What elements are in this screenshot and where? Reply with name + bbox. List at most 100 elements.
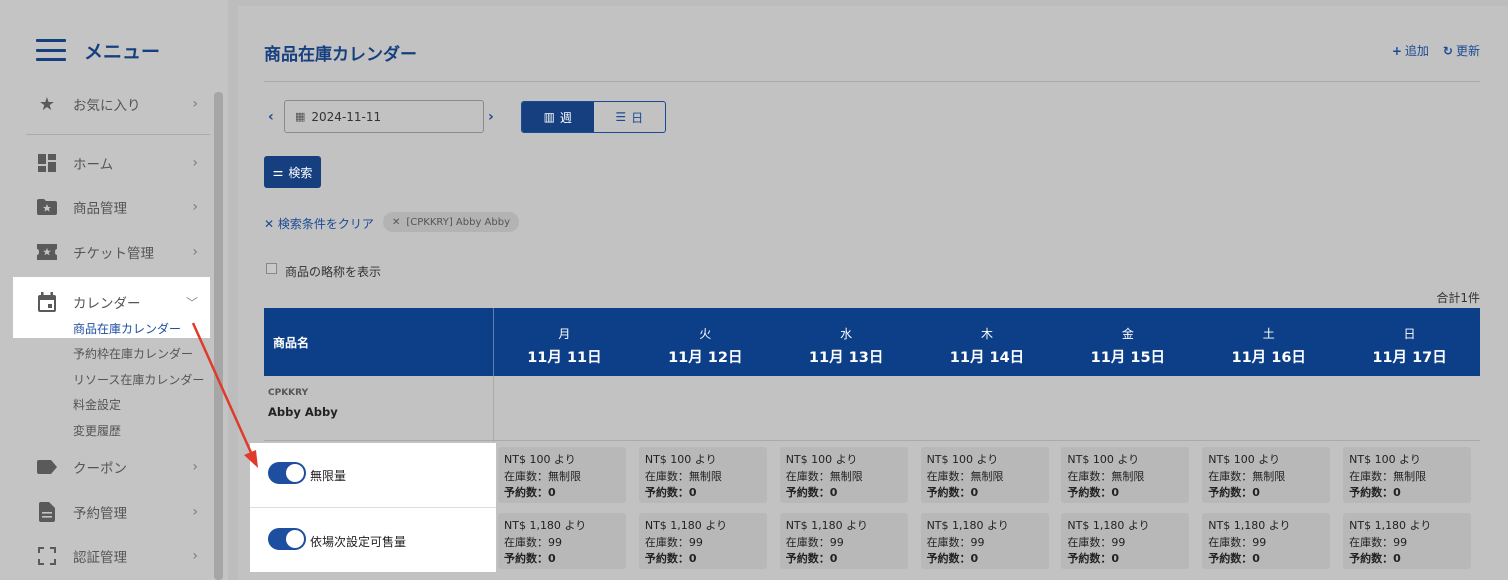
stock-cell[interactable]: NT$ 100 より 在庫数：無制限 予約数：0 <box>1202 447 1331 503</box>
chevron-right-icon[interactable]: › <box>488 109 494 125</box>
stock-cell[interactable]: NT$ 100 より 在庫数：無制限 予約数：0 <box>779 447 908 503</box>
chevron-right-icon: › <box>192 504 198 520</box>
row-divider <box>264 440 1480 441</box>
refresh-button[interactable]: ↻ 更新 <box>1443 42 1480 59</box>
per-session-toggle[interactable] <box>268 528 306 550</box>
sidebar-scrollbar[interactable] <box>214 92 223 580</box>
sidebar-item-label: クーポン <box>73 461 127 477</box>
toggle-knob <box>286 464 304 482</box>
toggle-rows-highlight: 無限量 依場次設定可售量 <box>250 443 496 572</box>
day-of-week: 金 <box>1121 327 1134 341</box>
date-input[interactable]: ▦ 2024-11-11 <box>284 100 484 133</box>
ticket-icon <box>36 241 58 263</box>
cell-reserved: 予約数：0 <box>1349 486 1401 499</box>
date-value: 2024-11-11 <box>311 109 382 124</box>
add-button[interactable]: + 追加 <box>1392 42 1429 59</box>
cell-reserved: 予約数：0 <box>504 552 556 565</box>
stock-cell[interactable]: NT$ 1,180 より 在庫数：99 予約数：0 <box>1343 513 1472 569</box>
cell-reserved: 予約数：0 <box>1208 486 1260 499</box>
day-view-button[interactable]: ☰ 日 <box>594 102 666 132</box>
refresh-label: 更新 <box>1455 44 1480 58</box>
stock-cell[interactable]: NT$ 1,180 より 在庫数：99 予約数：0 <box>1202 513 1331 569</box>
product-cell: CPKKRY Abby Abby <box>264 376 494 442</box>
chevron-right-icon: › <box>192 155 198 171</box>
day-date: 11月 16日 <box>1231 350 1306 366</box>
day-label: 日 <box>631 110 644 125</box>
day-of-week: 木 <box>980 327 993 341</box>
sidebar-item-reservations[interactable]: 予約管理 › <box>26 494 210 530</box>
stock-cell[interactable]: NT$ 1,180 より 在庫数：99 予約数：0 <box>920 513 1049 569</box>
show-abbrev-checkbox[interactable] <box>266 263 277 274</box>
day-header: 木 11月 14日 <box>917 308 1058 376</box>
day-of-week: 火 <box>699 327 712 341</box>
menu-header[interactable]: メニュー <box>36 36 160 64</box>
cell-stock: 在庫数：99 <box>504 535 562 549</box>
week-view-button[interactable]: ▥ 週 <box>522 102 594 132</box>
scan-frame-icon <box>36 545 58 567</box>
plus-icon: + <box>1391 43 1402 58</box>
clear-filters-link[interactable]: ✕ 検索条件をクリア <box>264 215 374 232</box>
filter-icon: ⚌ <box>272 165 284 179</box>
search-button[interactable]: ⚌ 検索 <box>264 156 321 188</box>
unlimited-toggle[interactable] <box>268 462 306 484</box>
cell-stock: 在庫数：無制限 <box>785 469 863 483</box>
stock-cell[interactable]: NT$ 1,180 より 在庫数：99 予約数：0 <box>638 513 767 569</box>
chip-label: [CPKKRY] Abby Abby <box>406 216 511 228</box>
view-toggle: ▥ 週 ☰ 日 <box>521 101 666 133</box>
sidebar-sub-resource-calendar[interactable]: リソース在庫カレンダー <box>73 371 204 388</box>
tag-icon <box>36 456 58 478</box>
sidebar-item-tickets[interactable]: チケット管理 › <box>26 234 210 270</box>
sidebar-calendar-highlight: カレンダー ﹀ 商品在庫カレンダー <box>13 277 210 338</box>
chevron-down-icon: ﹀ <box>185 295 198 310</box>
stock-cell[interactable]: NT$ 1,180 より 在庫数：99 予約数：0 <box>1061 513 1190 569</box>
stock-cell[interactable]: NT$ 1,180 より 在庫数：99 予約数：0 <box>779 513 908 569</box>
cell-reserved: 予約数：0 <box>785 486 838 499</box>
cell-price: NT$ 1,180 より <box>504 519 587 532</box>
stock-cell[interactable]: NT$ 1,180 より 在庫数：99 予約数：0 <box>498 513 626 569</box>
header-divider <box>264 81 1480 82</box>
sidebar-item-coupons[interactable]: クーポン › <box>26 449 210 485</box>
filter-chip[interactable]: ✕ [CPKKRY] Abby Abby <box>383 212 520 232</box>
per-session-label: 依場次設定可售量 <box>310 535 407 549</box>
sidebar-item-calendar[interactable]: カレンダー ﹀ <box>26 284 210 320</box>
sidebar-item-home[interactable]: ホーム › <box>26 145 210 181</box>
day-date: 11月 15日 <box>1090 350 1166 366</box>
cell-stock: 在庫数：99 <box>1208 535 1267 549</box>
chevron-right-icon: › <box>192 96 198 112</box>
close-icon[interactable]: ✕ <box>392 217 400 228</box>
stock-cell[interactable]: NT$ 100 より 在庫数：無制限 予約数：0 <box>498 447 626 503</box>
cell-reserved: 予約数：0 <box>644 552 697 565</box>
stock-cell[interactable]: NT$ 100 より 在庫数：無制限 予約数：0 <box>1061 447 1190 503</box>
stock-cell[interactable]: NT$ 100 より 在庫数：無制限 予約数：0 <box>638 447 767 503</box>
sidebar-item-label: ホーム <box>73 157 114 173</box>
chevron-left-icon[interactable]: ‹ <box>268 109 274 125</box>
cell-reserved: 予約数：0 <box>785 552 838 565</box>
cell-price: NT$ 100 より <box>926 453 999 466</box>
hamburger-icon[interactable] <box>36 39 66 61</box>
cell-stock: 在庫数：99 <box>644 535 703 549</box>
sidebar-item-auth[interactable]: 認証管理 › <box>26 538 210 574</box>
sidebar-sub-history[interactable]: 変更履歴 <box>73 422 121 439</box>
day-date: 11月 12日 <box>668 350 743 366</box>
week-label: 週 <box>559 110 572 125</box>
sidebar-sub-reservation-calendar[interactable]: 予約枠在庫カレンダー <box>73 345 193 362</box>
stock-cell[interactable]: NT$ 100 より 在庫数：無制限 予約数：0 <box>1343 447 1472 503</box>
menu-title: メニュー <box>84 40 161 63</box>
dashboard-icon <box>36 152 58 174</box>
sidebar-scroll-thumb[interactable] <box>214 92 223 580</box>
product-name: Abby Abby <box>268 405 338 419</box>
refresh-icon: ↻ <box>1442 43 1453 58</box>
columns-icon: ▥ <box>543 110 555 124</box>
stock-cell[interactable]: NT$ 100 より 在庫数：無制限 予約数：0 <box>920 447 1049 503</box>
day-date: 11月 14日 <box>949 350 1025 366</box>
cell-price: NT$ 1,180 より <box>785 519 868 532</box>
sidebar-item-favorites[interactable]: ★ お気に入り › <box>26 86 210 122</box>
sidebar-item-products[interactable]: 商品管理 › <box>26 189 210 225</box>
cell-stock: 在庫数：無制限 <box>504 469 581 483</box>
sidebar-item-label: チケット管理 <box>73 246 154 262</box>
calendar-icon <box>36 291 58 313</box>
sidebar-sub-product-calendar[interactable]: 商品在庫カレンダー <box>73 320 181 337</box>
cell-price: NT$ 1,180 より <box>644 519 728 532</box>
sidebar-sub-pricing[interactable]: 料金設定 <box>73 396 121 413</box>
chevron-right-icon: › <box>192 199 198 215</box>
